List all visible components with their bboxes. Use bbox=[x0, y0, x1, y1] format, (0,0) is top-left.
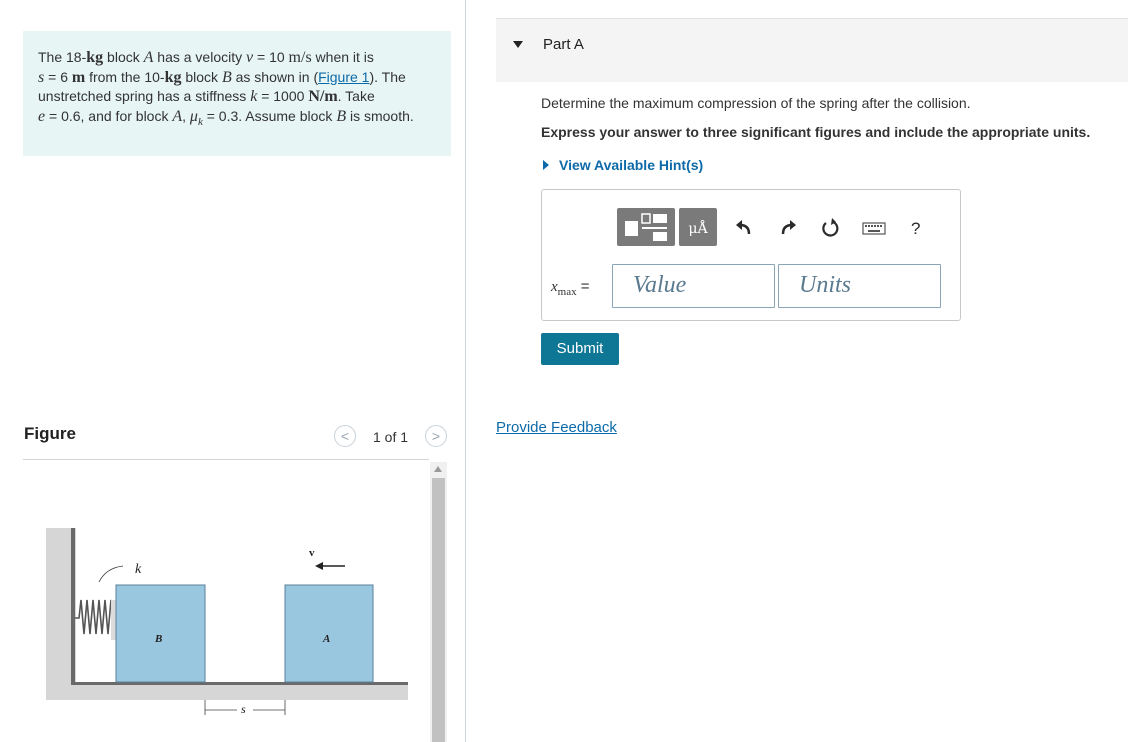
spring-plate bbox=[111, 600, 116, 640]
undo-icon[interactable] bbox=[734, 218, 754, 238]
wall bbox=[71, 528, 75, 684]
label-b: B bbox=[154, 633, 162, 645]
figure-page-count: 1 of 1 bbox=[373, 429, 409, 445]
problem-statement: The 18-kg block A has a velocity v = 10 … bbox=[23, 31, 451, 156]
instruction-text: Express your answer to three significant… bbox=[541, 124, 1091, 140]
scroll-up-arrow-icon[interactable] bbox=[434, 466, 442, 472]
label-s: s bbox=[241, 702, 246, 716]
reset-icon[interactable] bbox=[820, 218, 840, 238]
column-divider bbox=[465, 0, 466, 742]
hint-caret-icon[interactable] bbox=[543, 160, 549, 170]
redo-icon[interactable] bbox=[778, 218, 798, 238]
figure-title: Figure bbox=[24, 424, 76, 443]
submit-button[interactable]: Submit bbox=[541, 333, 619, 365]
units-input[interactable]: Units bbox=[778, 264, 941, 308]
question-text: Determine the maximum compression of the… bbox=[541, 95, 971, 111]
provide-feedback-link[interactable]: Provide Feedback bbox=[496, 419, 617, 436]
next-figure-button[interactable]: > bbox=[425, 425, 447, 447]
k-leader-line bbox=[98, 565, 124, 583]
figure-diagram: k B A v s bbox=[46, 528, 408, 716]
value-input[interactable]: Value bbox=[612, 264, 775, 308]
part-header[interactable] bbox=[496, 18, 1128, 82]
part-title[interactable]: Part A bbox=[543, 36, 584, 53]
floor-hatching bbox=[46, 684, 408, 700]
label-a: A bbox=[322, 633, 330, 645]
equation-label: xmax = bbox=[551, 278, 590, 298]
label-v: v bbox=[309, 547, 315, 559]
templates-button[interactable] bbox=[617, 208, 675, 246]
units-palette-button[interactable]: μÅ bbox=[679, 208, 717, 246]
collapse-caret-icon[interactable] bbox=[513, 41, 523, 48]
figure-1-link[interactable]: Figure 1 bbox=[318, 69, 369, 85]
help-button[interactable]: ? bbox=[911, 219, 920, 239]
label-k: k bbox=[135, 562, 142, 577]
previous-figure-button[interactable]: < bbox=[334, 425, 356, 447]
templates-icon bbox=[625, 213, 667, 241]
keyboard-icon[interactable] bbox=[862, 218, 886, 238]
figure-divider bbox=[23, 459, 429, 460]
view-hints-link[interactable]: View Available Hint(s) bbox=[559, 157, 703, 173]
scrollbar-thumb[interactable] bbox=[432, 478, 445, 742]
velocity-arrowhead bbox=[315, 562, 323, 570]
